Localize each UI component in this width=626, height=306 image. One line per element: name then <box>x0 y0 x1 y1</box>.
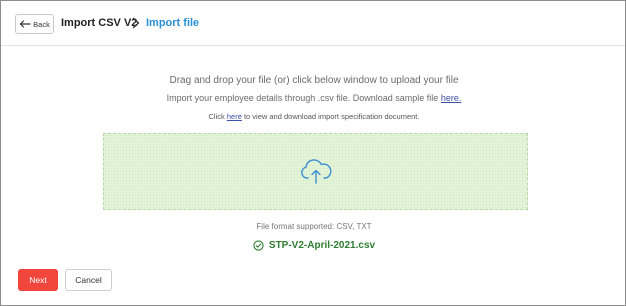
file-dropzone[interactable] <box>103 133 528 210</box>
uploaded-file-name: STP-V2-April-2021.csv <box>268 240 376 251</box>
check-circle-icon <box>253 240 264 251</box>
next-button[interactable]: Next <box>18 269 58 291</box>
arrow-left-icon <box>20 20 31 28</box>
breadcrumb-current[interactable]: Import file <box>146 17 199 29</box>
upload-instruction: Drag and drop your file (or) click below… <box>169 75 459 86</box>
back-button-label: Back <box>33 19 50 29</box>
breadcrumb-parent[interactable]: Import CSV V2 <box>61 17 137 29</box>
uploaded-file: STP-V2-April-2021.csv <box>1 240 626 251</box>
cloud-upload-icon <box>301 159 332 184</box>
sample-file-text: Import your employee details through .cs… <box>166 93 441 103</box>
sample-file-instruction: Import your employee details through .cs… <box>1 93 626 103</box>
spec-doc-suffix: to view and download import specificatio… <box>241 112 420 121</box>
page-header: Back Import CSV V2 Import file <box>1 1 625 46</box>
spec-doc-prefix: Click <box>208 112 227 121</box>
chevron-right-icon <box>132 17 140 29</box>
import-file-page: Back Import CSV V2 Import file Drag and … <box>0 0 626 306</box>
cancel-button[interactable]: Cancel <box>65 269 112 291</box>
back-button[interactable]: Back <box>15 14 54 34</box>
spec-doc-link[interactable]: here <box>227 112 242 121</box>
sample-file-link[interactable]: here. <box>441 93 462 103</box>
supported-formats: File format supported: CSV, TXT <box>256 222 372 231</box>
spec-doc-instruction: Click here to view and download import s… <box>1 112 626 121</box>
